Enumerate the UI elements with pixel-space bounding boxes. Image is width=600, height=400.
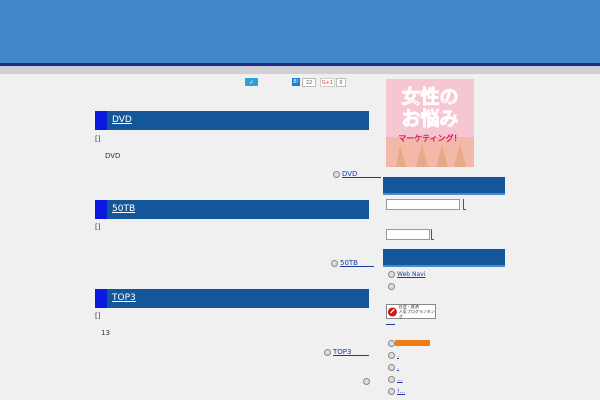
header-subbar [0, 66, 600, 74]
entry-title-bar: DVD [95, 111, 369, 130]
tweet-button[interactable]: ✓ [245, 78, 258, 86]
entry-bracket: [] [95, 223, 101, 231]
bullet-icon [388, 340, 395, 347]
entry-title-link[interactable]: DVD [112, 115, 132, 125]
select-button[interactable] [431, 229, 434, 240]
read-more-link[interactable]: DVD [333, 170, 382, 178]
banner-text-line2: お悩み [401, 107, 458, 130]
entry-title-link[interactable]: TOP3 [112, 293, 136, 303]
entry-body: 13 [101, 329, 110, 337]
sidebar-heading [383, 177, 505, 195]
sidebar-link-label[interactable]: . [397, 352, 399, 359]
sidebar-link-label[interactable]: . [397, 364, 399, 371]
sidebar-link[interactable]: . [388, 352, 399, 359]
read-more-label[interactable]: TOP3 [333, 348, 351, 356]
bullet-icon [333, 170, 340, 178]
entry-title-accent [95, 200, 107, 219]
orange-badge[interactable] [395, 340, 430, 346]
gplus-button[interactable]: G+1 [320, 78, 335, 87]
sidebar-link[interactable]: ... [388, 376, 403, 383]
hatena-bookmark-button[interactable]: B! [292, 78, 300, 86]
hatena-count: 22 [302, 78, 316, 87]
entry-bracket: [] [95, 135, 101, 143]
banner-ad-image[interactable]: 女性の お悩み マーケティング！ [386, 79, 474, 167]
entry-title-bar: 50TB [95, 200, 369, 219]
sidebar-heading [383, 249, 505, 267]
bullet-icon [363, 378, 370, 385]
bullet-icon [388, 364, 395, 371]
sidebar-link[interactable]: . [388, 364, 399, 371]
site-header [0, 0, 600, 63]
read-more-link[interactable]: TOP3 [324, 348, 370, 356]
sidebar-link[interactable]: Web Navi [388, 271, 425, 278]
read-more-label[interactable]: DVD [342, 170, 357, 178]
read-more-link[interactable]: 50TB [331, 259, 374, 267]
bullet-icon [388, 352, 395, 359]
banner-text-line3: マーケティング！ [398, 133, 461, 143]
entry-bracket: [] [95, 312, 101, 320]
bullet-icon [324, 348, 331, 356]
sidebar-link-label[interactable]: !... [397, 388, 405, 395]
read-more-label[interactable]: 50TB [340, 259, 358, 267]
bullet-icon [331, 259, 338, 267]
entry-body: DVD [105, 152, 121, 160]
search-input[interactable] [386, 199, 460, 210]
search-button[interactable] [463, 199, 466, 210]
entry-title-link[interactable]: 50TB [112, 204, 135, 214]
sidebar-link[interactable]: !... [388, 388, 405, 395]
bullet-icon [388, 283, 395, 290]
ranking-link[interactable]: ___ [386, 318, 395, 325]
banner-text-line1: 女性の [401, 85, 458, 108]
entry-title-accent [95, 289, 107, 308]
entry-title-bar: TOP3 [95, 289, 369, 308]
bullet-icon [388, 271, 395, 278]
page-top-link[interactable] [363, 378, 372, 385]
bullet-icon [388, 388, 395, 395]
bullet-icon [388, 376, 395, 383]
select-input[interactable] [386, 229, 430, 240]
ranking-logo-icon [387, 306, 397, 317]
entry-title-accent [95, 111, 107, 130]
blog-ranking-banner[interactable]: 社会・経済 人気ブログランキング [386, 304, 436, 319]
ranking-text-2: 人気ブログランキング [398, 309, 435, 319]
sidebar-link-label[interactable]: ... [397, 376, 403, 383]
sidebar-link-label[interactable]: Web Navi [397, 271, 425, 278]
sidebar-link[interactable] [388, 283, 397, 290]
gplus-count: 0 [336, 78, 346, 87]
